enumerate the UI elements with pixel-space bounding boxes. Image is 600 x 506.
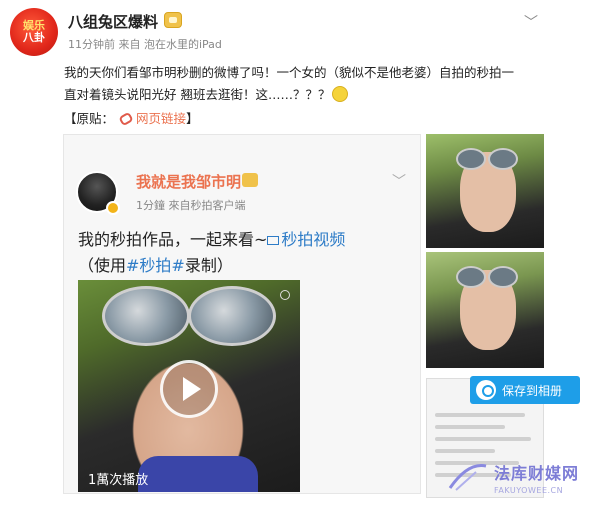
sunglasses-lens-left [456, 148, 486, 170]
video-icon [267, 236, 280, 245]
video-player[interactable]: 1萬次播放 [78, 280, 300, 492]
repost-meta: 1分鐘 來自秒拍客户端 [136, 199, 246, 212]
sunglasses-lens-left [102, 286, 190, 346]
sunglasses-lens-right [488, 266, 518, 288]
original-link-line: 【原贴： 网页链接】 [64, 108, 199, 127]
sunglasses-lens-left [456, 266, 486, 288]
sunglasses-lens-right [188, 286, 276, 346]
repost-text: 我的秒拍作品，一起来看~ 秒拍视频 （使用#秒拍#录制） [78, 227, 408, 279]
vip-badge-icon [164, 12, 182, 28]
original-prefix: 【原贴： [64, 111, 115, 126]
watermark-subtitle: FAKUYOWEE.CN [494, 486, 564, 495]
author-name[interactable]: 八组兔区爆料 [68, 11, 158, 32]
save-label: 保存到相册 [502, 383, 563, 398]
text-line [435, 413, 525, 417]
author-avatar[interactable]: 娱乐 八卦 [10, 8, 58, 56]
post-header: 娱乐 八卦 八组兔区爆料 11分钟前 来自 泡在水里的iPad ﹀ [10, 8, 590, 60]
sunglasses-lens-right [488, 148, 518, 170]
play-count: 1萬次播放 [88, 473, 149, 488]
video-link[interactable]: 秒拍视频 [281, 230, 345, 249]
repost-line2-suffix: 录制） [184, 256, 233, 275]
web-link[interactable]: 网页链接 [136, 111, 186, 126]
save-icon [476, 380, 496, 400]
chevron-down-icon[interactable]: ﹀ [524, 12, 538, 32]
post-text: 我的天你们看邹市明秒删的微博了吗！一个女的（貌似不是他老婆）自拍的秒拍一直对着镜… [64, 62, 524, 106]
repost-line1: 我的秒拍作品，一起来看~ [78, 230, 268, 249]
save-to-album-button[interactable]: 保存到相册 [470, 376, 580, 404]
photo-thumbnail[interactable] [426, 252, 544, 368]
watermark-title: 法库财媒网 [494, 464, 580, 483]
original-suffix: 】 [186, 111, 199, 126]
chevron-down-icon[interactable]: ﹀ [392, 171, 406, 191]
verified-badge-icon [106, 201, 120, 215]
text-line [435, 449, 495, 453]
hashtag-link[interactable]: #秒拍# [126, 256, 185, 275]
post-body: 我的天你们看邹市明秒删的微博了吗！一个女的（貌似不是他老婆）自拍的秒拍一直对着镜… [64, 65, 515, 102]
vip-badge-icon [242, 173, 258, 187]
avatar-text-bottom: 八卦 [23, 31, 45, 44]
repost-line2-prefix: （使用 [78, 256, 127, 275]
play-icon[interactable] [160, 360, 218, 418]
repost-author-name[interactable]: 我就是我邹市明 [136, 171, 241, 192]
repost-card: 我就是我邹市明 1分鐘 來自秒拍客户端 ﹀ 我的秒拍作品，一起来看~ 秒拍视频 （… [63, 134, 421, 494]
emoji-icon [332, 86, 349, 102]
watermark-logo-icon [448, 463, 487, 491]
photo-thumbnail[interactable] [426, 134, 544, 248]
text-line [435, 425, 505, 429]
text-line [435, 437, 531, 441]
post-meta: 11分钟前 来自 泡在水里的iPad [68, 38, 222, 51]
link-icon [118, 111, 134, 127]
record-icon [280, 290, 290, 300]
shirt-shape [138, 456, 258, 492]
